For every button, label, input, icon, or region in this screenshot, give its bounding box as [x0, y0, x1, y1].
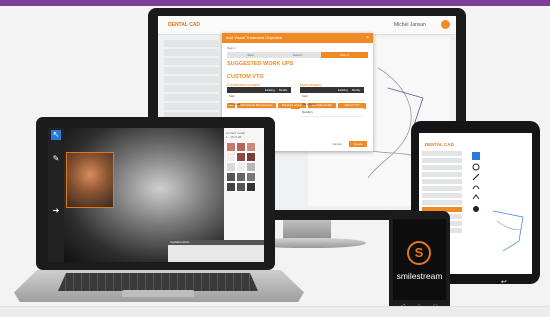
laptop-keyboard	[58, 273, 258, 291]
suggested-workups-heading: SUGGESTED WORK UPS	[227, 61, 294, 67]
pointer-tool-icon[interactable]: ↖	[51, 130, 61, 140]
tablet-tool-palette	[471, 151, 481, 221]
gallery-thumb[interactable]	[236, 152, 246, 162]
laptop-screen: ↖ ✎ ➜ Current model 1 - 15 of 28 Cephalo…	[48, 128, 264, 262]
sidebar-item[interactable]	[164, 67, 218, 74]
gallery-thumb[interactable]	[226, 142, 236, 152]
gallery-label: Current model	[226, 131, 246, 135]
floor-band	[0, 306, 550, 317]
table-row[interactable]: Start	[300, 93, 364, 101]
user-avatar[interactable]	[441, 20, 450, 29]
tool-palette: ↖ ✎ ➜	[48, 128, 64, 262]
model-analysis-table: Model analysis Existing Modify Start Man…	[300, 83, 364, 117]
gallery-thumb[interactable]	[246, 172, 256, 182]
face-photo-overlay[interactable]	[66, 152, 114, 208]
tablet-tool-icons[interactable]	[471, 151, 481, 221]
sidebar-item[interactable]	[422, 179, 462, 184]
step-progress: Start Search Step 3	[227, 52, 368, 58]
sidebar-item[interactable]	[164, 49, 218, 56]
table-row[interactable]: Progress	[227, 101, 291, 109]
gallery-count: 1 - 15 of 28	[226, 135, 242, 139]
step-label: Step 1	[227, 46, 236, 50]
cancel-button[interactable]: Cancel	[329, 141, 345, 147]
sidebar-item[interactable]	[422, 186, 462, 191]
gallery-thumb[interactable]	[246, 182, 256, 192]
brand-top-bar	[0, 0, 550, 6]
draw-tool-icon[interactable]: ✎	[51, 154, 61, 164]
app-name: smilestream	[396, 271, 443, 281]
sidebar-item[interactable]	[164, 85, 218, 92]
gallery-thumb[interactable]	[236, 162, 246, 172]
table-row[interactable]: Start	[227, 93, 291, 101]
tablet-tracing-lines	[492, 210, 524, 252]
sidebar-item[interactable]	[422, 193, 462, 198]
gallery-thumb[interactable]	[236, 182, 246, 192]
laptop-trackpad	[122, 290, 194, 297]
table-row[interactable]: Mandibular	[300, 101, 364, 109]
ceph-analysis-table: Cephalometric analysis Existing Modify S…	[227, 83, 291, 109]
sidebar-item[interactable]	[422, 200, 462, 205]
app-brand: DENTAL CAD	[168, 22, 201, 28]
sidebar-item[interactable]	[164, 40, 218, 47]
dialog-title: Add Visual Treatment Objective	[222, 33, 373, 43]
sidebar-item[interactable]	[164, 94, 218, 101]
gallery-thumb[interactable]	[246, 142, 256, 152]
sidebar-item[interactable]	[164, 76, 218, 83]
phone-screen: S smilestream	[393, 219, 446, 300]
sidebar-item[interactable]	[422, 172, 462, 177]
gallery-thumb[interactable]	[226, 162, 236, 172]
gallery-thumb[interactable]	[236, 142, 246, 152]
table-row[interactable]: Maxillary	[300, 109, 364, 117]
ceph-panel-title: Cephalometrics	[168, 240, 264, 245]
back-icon[interactable]: ↩	[501, 278, 507, 288]
sidebar-item[interactable]	[422, 165, 462, 170]
sidebar-item[interactable]	[164, 58, 218, 65]
gallery-thumb[interactable]	[226, 172, 236, 182]
gallery-thumb[interactable]	[226, 182, 236, 192]
smilestream-logo-icon: S	[407, 241, 431, 265]
user-name[interactable]: Michel Jansun	[394, 22, 426, 28]
gallery-thumb[interactable]	[246, 162, 256, 172]
custom-vto-heading: CUSTOM VTO	[227, 74, 264, 80]
sidebar-item[interactable]	[164, 103, 218, 110]
sidebar-item[interactable]	[422, 158, 462, 163]
close-icon[interactable]: ×	[366, 33, 369, 43]
sidebar-item[interactable]	[422, 151, 462, 156]
tablet-brand: DENTAL CAD	[425, 142, 454, 147]
tablet-tracing-canvas[interactable]	[483, 151, 531, 271]
step-3[interactable]: Step 3	[321, 52, 368, 58]
gallery-thumb[interactable]	[226, 152, 236, 162]
gallery-thumb[interactable]	[246, 152, 256, 162]
gallery-thumb[interactable]	[236, 172, 246, 182]
ceph-panel: Cephalometrics	[168, 240, 264, 262]
step-start[interactable]: Start	[227, 52, 274, 58]
arrow-tool-icon[interactable]: ➜	[51, 206, 61, 216]
monitor-stand-neck	[283, 220, 331, 240]
create-button[interactable]: Create	[349, 141, 367, 147]
step-search[interactable]: Search	[274, 52, 321, 58]
